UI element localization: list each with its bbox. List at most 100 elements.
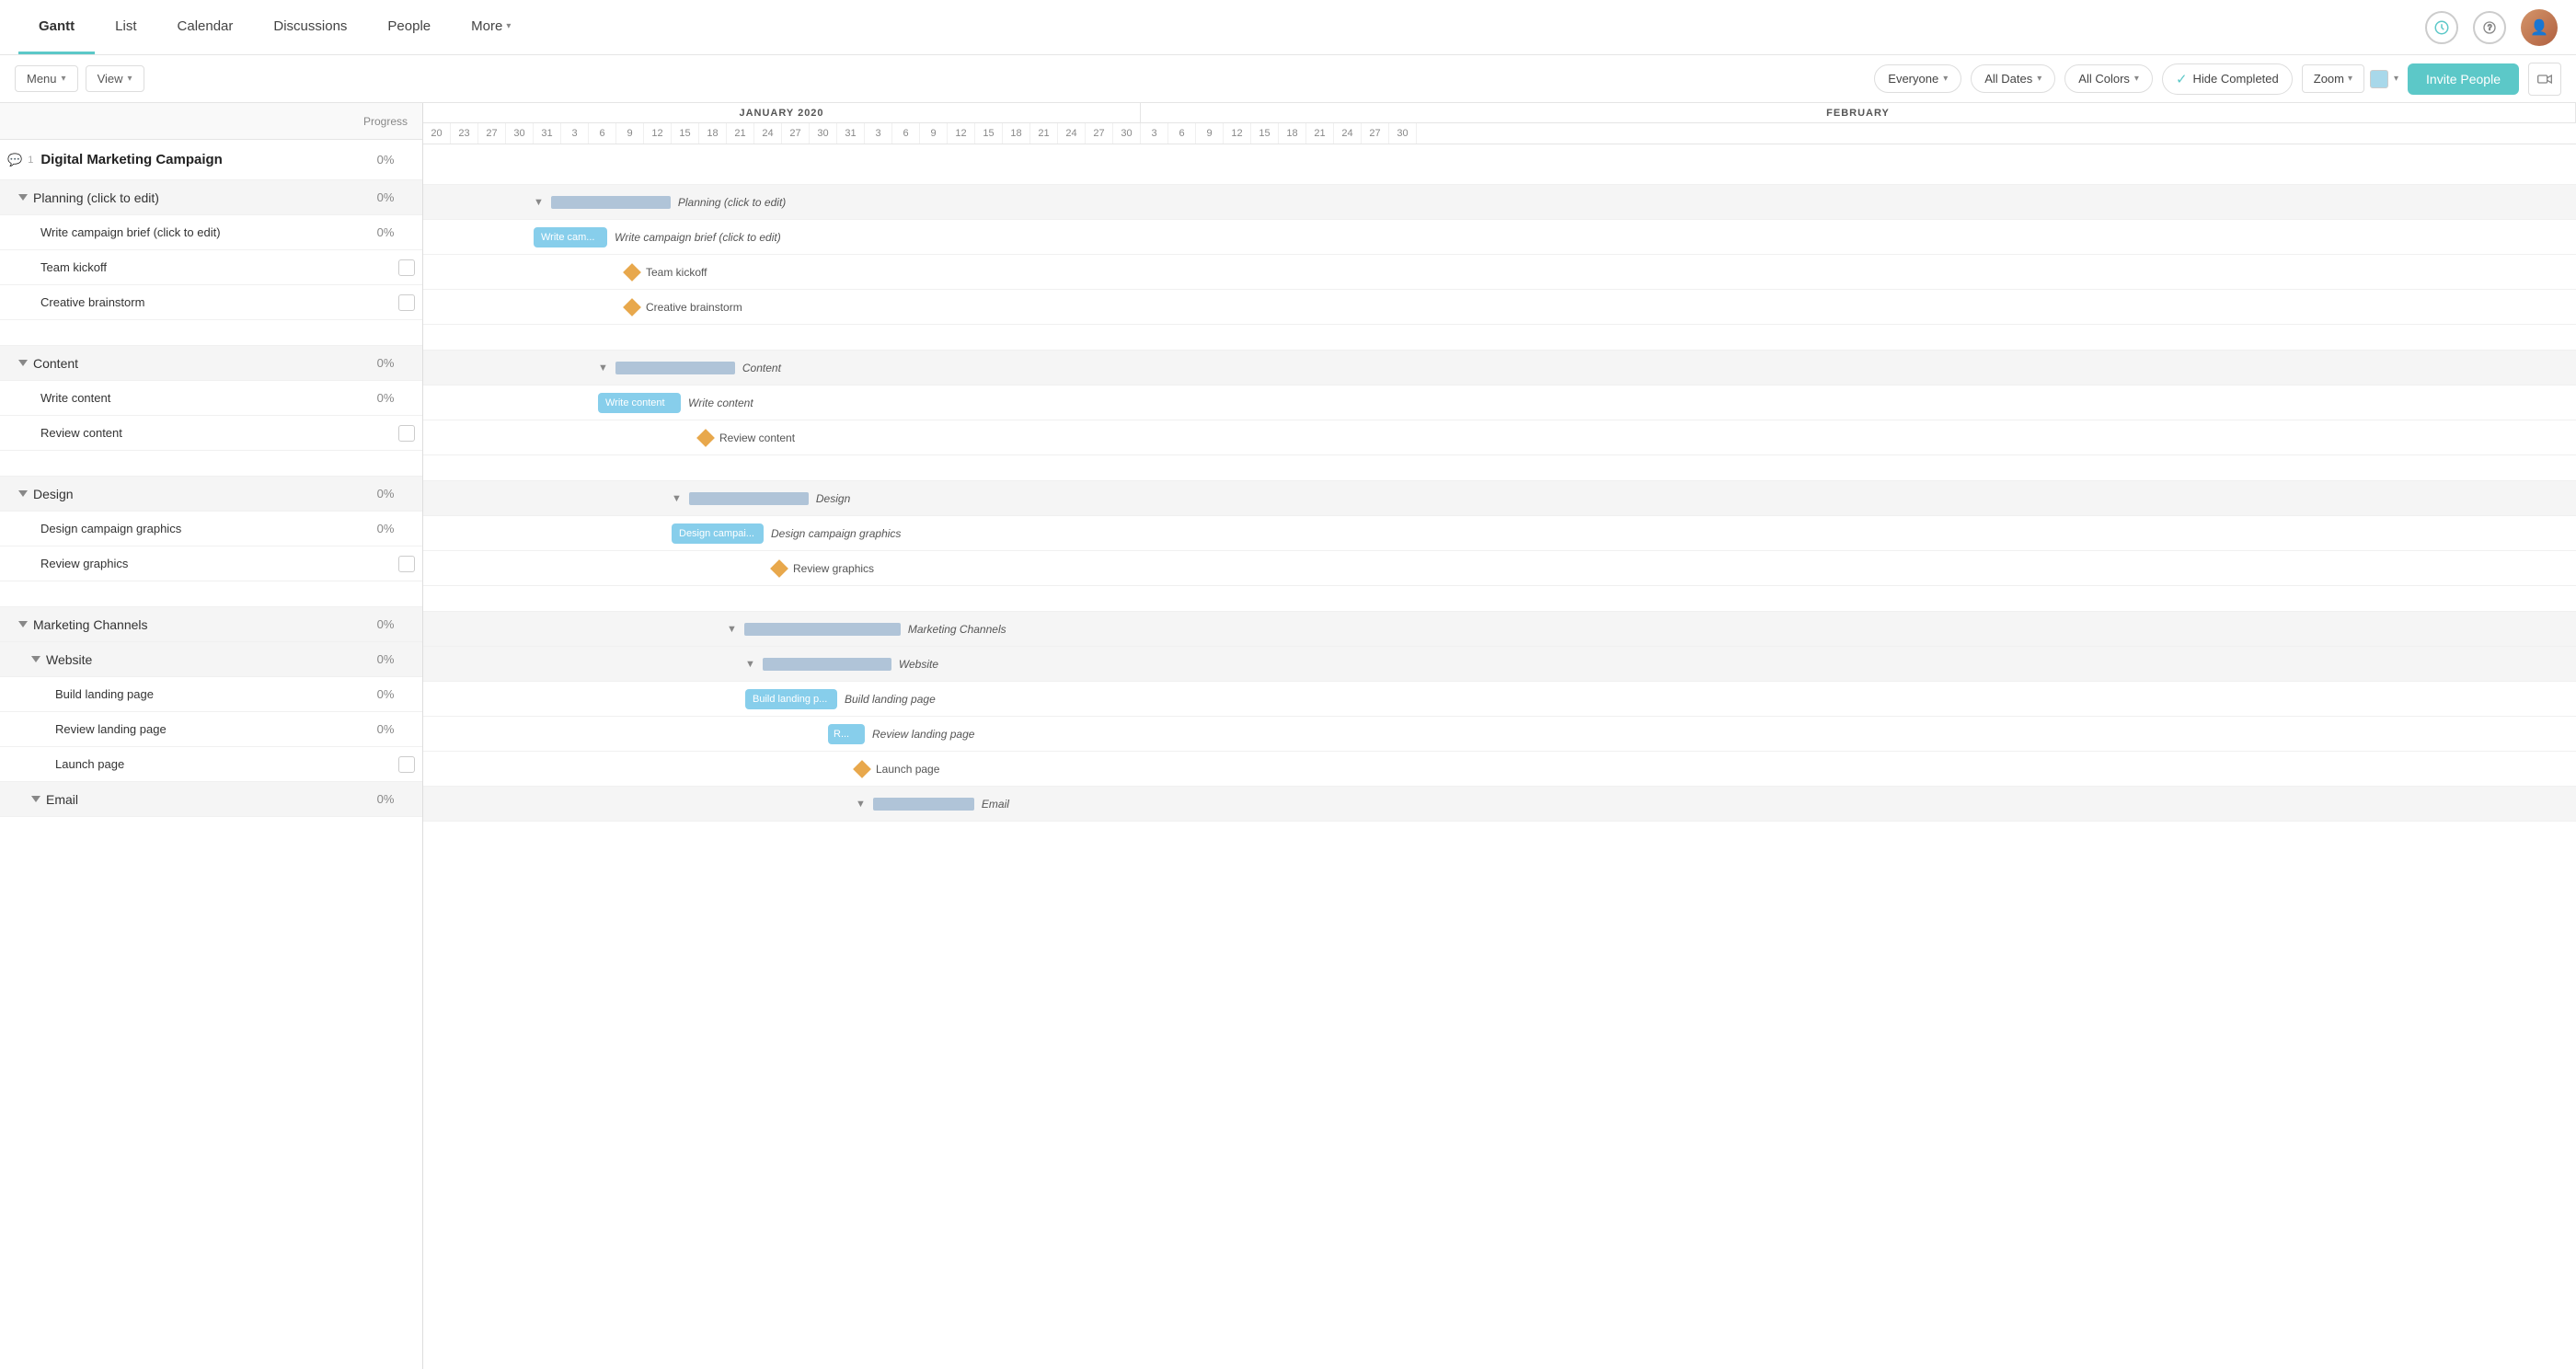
gantt-body: ▼ Planning (click to edit) Write cam... …: [423, 144, 2576, 822]
email-arrow: ▼: [856, 799, 866, 810]
design-graphics-bar: Design campai...: [672, 523, 764, 544]
team-kickoff-label: Team kickoff: [646, 266, 707, 279]
table-row[interactable]: Write content 0%: [0, 381, 422, 416]
all-colors-filter[interactable]: All Colors ▾: [2064, 64, 2153, 93]
gantt-spacer3: [423, 586, 2576, 612]
month-january: JANUARY 2020: [423, 103, 1141, 122]
task-checkbox-team-kickoff[interactable]: [398, 259, 415, 276]
tab-calendar-label: Calendar: [178, 18, 234, 34]
invite-people-button[interactable]: Invite People: [2408, 63, 2519, 95]
email-bar: [873, 798, 974, 811]
creative-brain-label: Creative brainstorm: [646, 301, 742, 314]
main-content: Progress 💬 1 Digital Marketing Campaign …: [0, 103, 2576, 1369]
table-row[interactable]: Content 0%: [0, 346, 422, 381]
collapse-planning-icon[interactable]: [18, 194, 28, 201]
group-name-design: Design: [33, 487, 349, 501]
hide-completed-toggle[interactable]: ✓ Hide Completed: [2162, 63, 2293, 95]
collapse-website-icon[interactable]: [31, 656, 40, 662]
zoom-button[interactable]: Zoom ▾: [2302, 64, 2364, 93]
group-progress-planning: 0%: [349, 190, 422, 204]
task-checkbox-review-graphics[interactable]: [398, 556, 415, 572]
table-row[interactable]: 💬 1 Digital Marketing Campaign 0%: [0, 140, 422, 180]
gantt-row-email: ▼ Email: [423, 787, 2576, 822]
gantt-row-review-landing: R... Review landing page: [423, 717, 2576, 752]
design-bar: [689, 492, 809, 505]
tab-people-label: People: [387, 18, 431, 34]
everyone-chevron-icon: ▾: [1943, 74, 1948, 84]
gantt-row-marketing: ▼ Marketing Channels: [423, 612, 2576, 647]
video-button[interactable]: [2528, 63, 2561, 96]
collapse-content-icon[interactable]: [18, 360, 28, 366]
table-row[interactable]: Review graphics: [0, 546, 422, 581]
project-name: Digital Marketing Campaign: [33, 152, 349, 167]
gantt-row-launch-page: Launch page: [423, 752, 2576, 787]
color-square-chevron[interactable]: ▾: [2394, 74, 2398, 84]
hide-completed-label: Hide Completed: [2193, 72, 2279, 86]
collapse-design-icon[interactable]: [18, 490, 28, 497]
email-bar-label: Email: [982, 798, 1009, 811]
table-row[interactable]: Design 0%: [0, 477, 422, 512]
table-row[interactable]: Write campaign brief (click to edit) 0%: [0, 215, 422, 250]
everyone-filter[interactable]: Everyone ▾: [1874, 64, 1961, 93]
tab-calendar[interactable]: Calendar: [157, 0, 254, 54]
gantt-row-write-content: Write content Write content: [423, 385, 2576, 420]
avatar-image: 👤: [2521, 9, 2558, 46]
launch-page-diamond: [853, 760, 871, 778]
tab-gantt[interactable]: Gantt: [18, 0, 95, 54]
view-label: View: [98, 72, 123, 86]
menu-button[interactable]: Menu ▾: [15, 65, 78, 92]
gantt-row-creative-brain: Creative brainstorm: [423, 290, 2576, 325]
view-button[interactable]: View ▾: [86, 65, 144, 92]
collapse-marketing-icon[interactable]: [18, 621, 28, 627]
timer-button[interactable]: [2425, 11, 2458, 44]
all-dates-filter[interactable]: All Dates ▾: [1971, 64, 2055, 93]
table-row[interactable]: Creative brainstorm: [0, 285, 422, 320]
table-row[interactable]: Team kickoff: [0, 250, 422, 285]
review-graphics-label: Review graphics: [793, 562, 874, 575]
content-arrow: ▼: [598, 362, 608, 374]
table-row[interactable]: Build landing page 0%: [0, 677, 422, 712]
progress-header: Progress: [349, 115, 422, 128]
toolbar: Menu ▾ View ▾ Everyone ▾ All Dates ▾ All…: [0, 55, 2576, 103]
help-button[interactable]: ?: [2473, 11, 2506, 44]
review-content-label: Review content: [719, 431, 795, 444]
user-avatar[interactable]: 👤: [2521, 9, 2558, 46]
month-row: JANUARY 2020 FEBRUARY: [423, 103, 2576, 123]
tab-people[interactable]: People: [367, 0, 451, 54]
menu-label: Menu: [27, 72, 57, 86]
task-checkbox-review-content[interactable]: [398, 425, 415, 442]
table-row[interactable]: Review landing page 0%: [0, 712, 422, 747]
design-bar-label: Design: [816, 492, 850, 505]
build-landing-bar: Build landing p...: [745, 689, 837, 709]
group-name-marketing: Marketing Channels: [33, 617, 349, 632]
gantt-spacer2: [423, 455, 2576, 481]
planning-bar-label: Planning (click to edit): [678, 196, 786, 209]
tab-gantt-label: Gantt: [39, 18, 75, 34]
tab-list[interactable]: List: [95, 0, 156, 54]
gantt-row-planning: ▼ Planning (click to edit): [423, 185, 2576, 220]
task-checkbox-creative-brain[interactable]: [398, 294, 415, 311]
collapse-email-icon[interactable]: [31, 796, 40, 802]
tab-list-label: List: [115, 18, 136, 34]
comment-icon[interactable]: 💬: [7, 153, 22, 167]
planning-arrow: ▼: [534, 197, 544, 208]
tab-discussions[interactable]: Discussions: [253, 0, 367, 54]
content-bar-label: Content: [742, 362, 781, 374]
task-checkbox-launch-page[interactable]: [398, 756, 415, 773]
creative-brain-diamond: [623, 298, 641, 316]
gantt-header: JANUARY 2020 FEBRUARY 202327303136912151…: [423, 103, 2576, 144]
task-progress-review-landing: 0%: [349, 722, 422, 736]
write-content-bar: Write content: [598, 393, 681, 413]
table-row[interactable]: Review content: [0, 416, 422, 451]
table-row[interactable]: Design campaign graphics 0%: [0, 512, 422, 546]
spacer: [0, 581, 422, 607]
invite-label: Invite People: [2426, 72, 2501, 86]
table-row[interactable]: Launch page: [0, 747, 422, 782]
table-row[interactable]: Website 0%: [0, 642, 422, 677]
task-name-team-kickoff: Team kickoff: [40, 260, 398, 274]
table-row[interactable]: Planning (click to edit) 0%: [0, 180, 422, 215]
tab-more[interactable]: More ▾: [451, 0, 531, 54]
table-row[interactable]: Marketing Channels 0%: [0, 607, 422, 642]
task-name-write-brief: Write campaign brief (click to edit): [40, 225, 349, 239]
table-row[interactable]: Email 0%: [0, 782, 422, 817]
